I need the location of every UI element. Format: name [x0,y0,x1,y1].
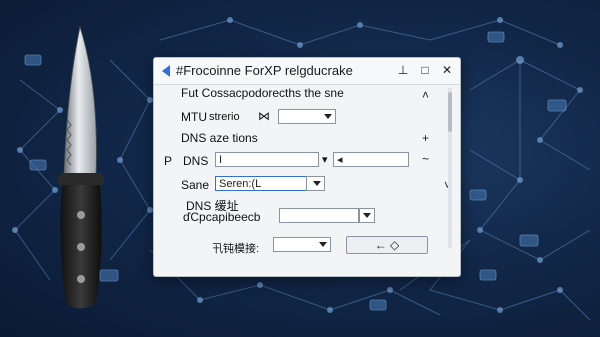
dns-label: DNS [183,154,209,168]
minimize-button[interactable]: ⊥ [394,61,412,79]
settings-dialog: #Frocoinne ForXP relgducrake ⊥ □ ✕ Fut C… [153,57,461,277]
mtu-dropdown[interactable] [278,109,336,124]
chevron-down-icon [313,181,321,186]
app-icon [162,65,170,77]
dns-input[interactable]: I [215,152,319,167]
chevron-down-icon [363,213,371,218]
chevron-down-icon [319,242,327,247]
title-bar[interactable]: #Frocoinne ForXP relgducrake ⊥ □ ✕ [154,58,460,85]
mtu-label: MTU [181,110,207,124]
knife-illustration [58,25,104,309]
sane-label: Sane [181,178,210,192]
scroll-up-icon[interactable]: ˄ [422,88,429,102]
scrollbar-thumb[interactable] [448,92,452,132]
link-icon: ⋈ [258,109,270,123]
add-icon[interactable]: + [422,131,429,145]
dns-secondary-input[interactable]: ◂ [333,152,409,167]
mtu-value: strerio [209,111,240,123]
mode-dropdown[interactable] [273,237,331,252]
dns-address-input[interactable] [279,208,359,223]
close-button[interactable]: ✕ [438,61,456,79]
window-title: #Frocoinne ForXP relgducrake [176,63,353,78]
sane-dropdown[interactable] [306,176,325,191]
dns-address-dropdown[interactable] [359,208,375,223]
back-button[interactable]: ← ◇ [346,236,428,254]
maximize-button[interactable]: □ [416,61,434,79]
mode-label: 卂钝模接: [212,243,260,255]
dns-dropdown-arrow[interactable]: ▾ [322,153,328,166]
tilde-icon[interactable]: ~ [422,152,429,166]
header-description: Fut Cossacpodorecths the sne [181,86,344,100]
dns-prefix-icon: P [164,154,173,168]
chevron-down-icon [324,114,332,119]
dns-capability-label: ďCpcapibeecb [183,210,261,224]
dns-section-label: DNS aze tions [181,131,258,145]
